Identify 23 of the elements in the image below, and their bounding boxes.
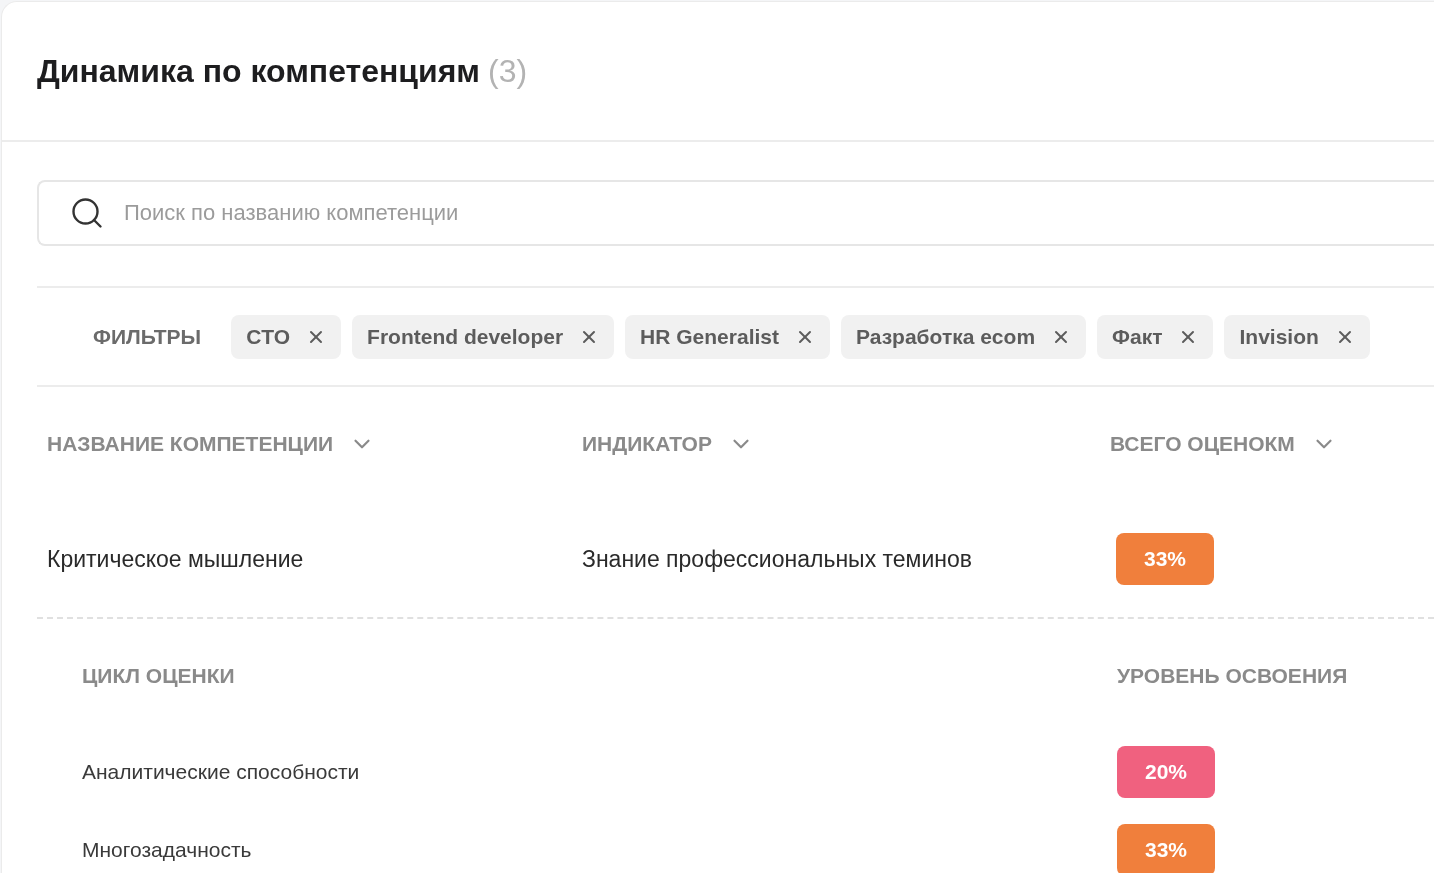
count-label: (3) (488, 52, 528, 91)
table-cell-text: Многозадачность (82, 837, 253, 864)
percent-badge: 20% (1117, 746, 1215, 798)
table-cell-text: Знание профессиональных теминов (582, 544, 973, 574)
column-header[interactable]: ИНДИКАТОР (582, 428, 754, 460)
filter-chip[interactable]: CTO (231, 314, 342, 359)
column-header[interactable]: НАЗВАНИЕ КОМПЕТЕНЦИИ (47, 428, 376, 460)
filter-chip[interactable]: Факт (1097, 314, 1214, 359)
table-cell-text: Критическое мышление (46, 544, 305, 574)
table-cell-text: Аналитические способности (82, 759, 361, 786)
column-header: УРОВЕНЬ ОСВОЕНИЯ (1117, 663, 1348, 690)
percent-badge: 33% (1116, 533, 1214, 585)
filter-chip[interactable]: Frontend developer (352, 314, 615, 359)
column-header: ЦИКЛ ОЦЕНКИ (82, 663, 236, 690)
percent-badge: 33% (1117, 824, 1215, 873)
filter-chip[interactable]: Разработка ecom (841, 314, 1087, 359)
filter-chip[interactable]: HR Generalist (625, 314, 830, 359)
column-header[interactable]: ВСЕГО ОЦЕНОКМ (1110, 428, 1337, 460)
page-title: Динамика по компетенциям (37, 52, 480, 91)
filters-label: ФИЛЬТРЫ (93, 323, 202, 350)
search-field[interactable]: Поиск по названию компетенции (37, 180, 1434, 246)
search-icon (69, 195, 105, 231)
filter-chip[interactable]: Invision (1224, 314, 1370, 359)
